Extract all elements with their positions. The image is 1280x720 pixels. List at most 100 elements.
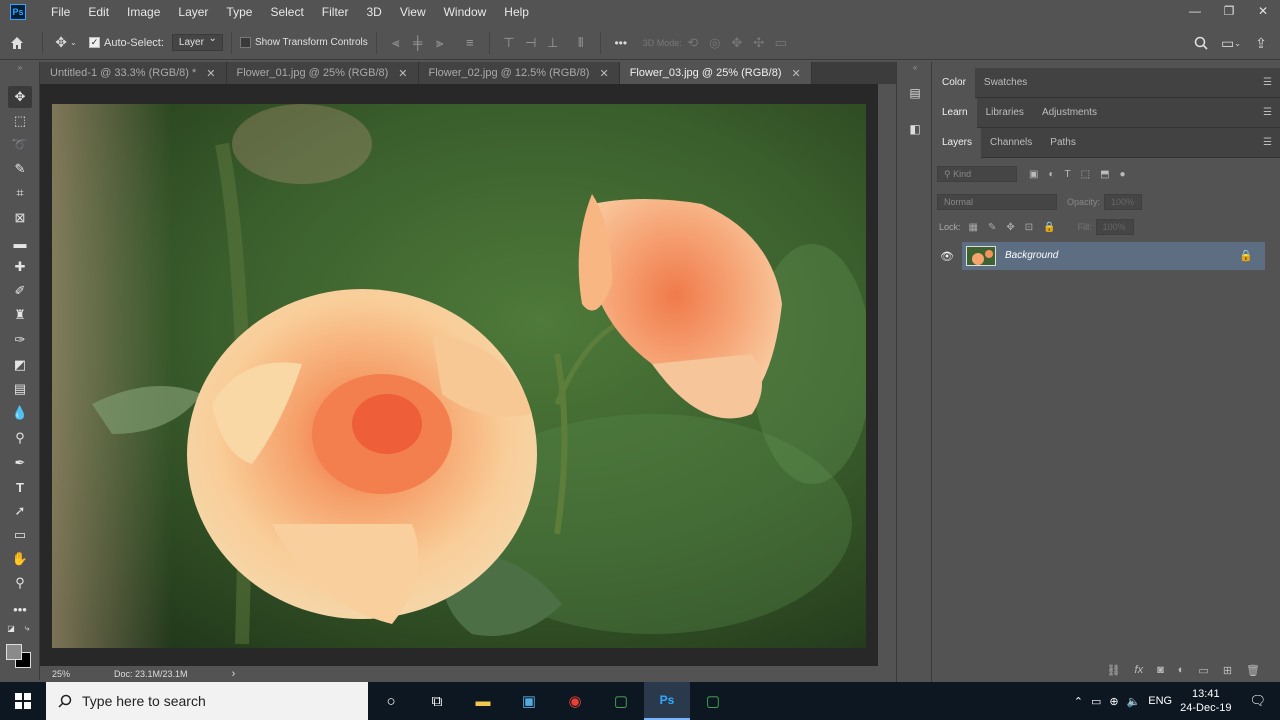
distribute-icon[interactable]: ≡	[459, 32, 481, 54]
tab-untitled-1[interactable]: Untitled-1 @ 33.3% (RGB/8) * ✕	[40, 62, 227, 84]
document-canvas[interactable]	[52, 104, 866, 648]
menu-3d[interactable]: 3D	[357, 0, 390, 24]
history-brush-tool-icon[interactable]: ✑	[8, 329, 32, 351]
expand-icon[interactable]: «	[903, 62, 927, 72]
collapse-icon[interactable]: »	[8, 62, 32, 72]
menu-type[interactable]: Type	[217, 0, 261, 24]
trash-icon[interactable]: 🗑	[1246, 664, 1260, 677]
gradient-tool-icon[interactable]: ▤	[8, 378, 32, 400]
align-middle-icon[interactable]: ⊣	[520, 32, 542, 54]
opacity-field[interactable]: 100%	[1104, 194, 1143, 210]
swap-colors-icon[interactable]: ⤷	[20, 622, 34, 634]
battery-icon[interactable]: ▭	[1091, 695, 1101, 708]
menu-select[interactable]: Select	[261, 0, 312, 24]
adjustment-filter-icon[interactable]: ◐	[1048, 169, 1054, 180]
tab-flower-03[interactable]: Flower_03.jpg @ 25% (RGB/8) ✕	[619, 62, 812, 84]
align-bottom-icon[interactable]: ⊥	[542, 32, 564, 54]
restore-button[interactable]: ❐	[1212, 0, 1246, 22]
home-icon[interactable]	[0, 35, 34, 51]
eraser-tool-icon[interactable]: ◩	[8, 354, 32, 376]
move-tool-preset-icon[interactable]: ✥ ⌄	[51, 34, 81, 51]
rectangle-tool-icon[interactable]: ▭	[8, 524, 32, 546]
lock-transparent-icon[interactable]: ▦	[969, 222, 978, 233]
layer-name[interactable]: Background	[1005, 250, 1058, 261]
tab-flower-01[interactable]: Flower_01.jpg @ 25% (RGB/8) ✕	[226, 62, 419, 84]
taskbar-search[interactable]: Type here to search	[46, 682, 368, 720]
panel-menu-icon[interactable]: ☰	[1263, 107, 1272, 118]
frame-tool-icon[interactable]: ⊠	[8, 207, 32, 229]
clone-stamp-tool-icon[interactable]: ♜	[8, 304, 32, 326]
type-tool-icon[interactable]: T	[8, 476, 32, 498]
fill-field[interactable]: 100%	[1095, 219, 1134, 235]
task-view-icon[interactable]: ⧉	[414, 682, 460, 720]
foreground-color-swatch[interactable]	[6, 644, 22, 660]
crop-tool-icon[interactable]: ⌗	[8, 182, 32, 204]
align-center-icon[interactable]: ╪	[407, 32, 429, 54]
shape-filter-icon[interactable]: ⬚	[1081, 169, 1090, 180]
menu-help[interactable]: Help	[495, 0, 538, 24]
healing-brush-tool-icon[interactable]: ✚	[8, 256, 32, 278]
transform-controls-checkbox[interactable]	[239, 37, 251, 48]
workspace-icon[interactable]: ▭ ⌄	[1218, 35, 1244, 52]
3d-pan-icon[interactable]: ✥	[726, 32, 748, 54]
camtasia-icon[interactable]: ▢	[598, 682, 644, 720]
filter-toggle-icon[interactable]: ●	[1120, 169, 1126, 180]
photoshop-taskbar-icon[interactable]: Ps	[644, 682, 690, 720]
3d-rotate-icon[interactable]: ⟲	[682, 32, 704, 54]
language-indicator[interactable]: ENG	[1148, 695, 1172, 707]
screen-recorder-icon[interactable]: ▣	[506, 682, 552, 720]
cortana-icon[interactable]: ○	[368, 682, 414, 720]
path-selection-tool-icon[interactable]: ➚	[8, 500, 32, 522]
add-mask-icon[interactable]: ◙	[1157, 664, 1164, 676]
chevron-up-icon[interactable]: ⌃	[1074, 695, 1083, 708]
windows-start-icon[interactable]	[0, 682, 46, 720]
zoom-level[interactable]: 25%	[52, 669, 70, 679]
move-tool-icon[interactable]: ✥	[8, 86, 32, 108]
edit-toolbar-icon[interactable]: •••	[8, 598, 32, 620]
new-layer-icon[interactable]: ⊞	[1223, 664, 1232, 677]
lock-icon[interactable]: 🔒	[1239, 249, 1253, 262]
search-icon[interactable]	[1190, 36, 1212, 50]
file-explorer-icon[interactable]: ▬	[460, 682, 506, 720]
volume-icon[interactable]: 🔈	[1127, 695, 1141, 708]
new-group-icon[interactable]: ▭	[1198, 664, 1208, 677]
chrome-icon[interactable]: ◉	[552, 682, 598, 720]
link-layers-icon[interactable]: ⛓	[1107, 664, 1121, 677]
lock-image-icon[interactable]: ✎	[988, 222, 996, 233]
default-colors-icon[interactable]: ◪	[4, 622, 18, 634]
fx-icon[interactable]: fx	[1135, 664, 1144, 676]
minimize-button[interactable]: —	[1178, 0, 1212, 22]
lock-all-icon[interactable]: 🔒	[1043, 222, 1055, 233]
canvas-area[interactable]	[40, 84, 878, 666]
3d-slide-icon[interactable]: ✣	[748, 32, 770, 54]
eyedropper-tool-icon[interactable]: ▬	[8, 232, 32, 254]
more-options-button[interactable]: •••	[609, 36, 633, 50]
menu-file[interactable]: File	[42, 0, 79, 24]
properties-icon[interactable]: ▤	[903, 82, 927, 104]
menu-edit[interactable]: Edit	[79, 0, 118, 24]
tab-paths[interactable]: Paths	[1041, 128, 1085, 158]
align-top-icon[interactable]: ⊤	[498, 32, 520, 54]
auto-select-checkbox[interactable]: ✓	[89, 37, 100, 48]
camtasia-recorder-icon[interactable]: ▢	[690, 682, 736, 720]
tab-learn[interactable]: Learn	[933, 97, 977, 128]
auto-select-target-dropdown[interactable]: Layer	[171, 33, 223, 51]
align-left-icon[interactable]: ⫷	[385, 32, 407, 54]
tab-adjustments[interactable]: Adjustments	[1033, 98, 1106, 128]
clock[interactable]: 13:41 24-Dec-19	[1180, 687, 1231, 715]
close-icon[interactable]: ✕	[206, 67, 215, 80]
layer-row-background[interactable]: 👁 Background 🔒	[933, 242, 1265, 270]
tab-channels[interactable]: Channels	[981, 128, 1041, 158]
network-icon[interactable]: ⊕	[1109, 695, 1118, 708]
3d-roll-icon[interactable]: ◎	[704, 32, 726, 54]
adjustments-icon[interactable]: ◧	[903, 118, 927, 140]
3d-camera-icon[interactable]: ▭	[770, 32, 792, 54]
share-icon[interactable]: ⇪	[1250, 35, 1272, 52]
tab-swatches[interactable]: Swatches	[975, 68, 1036, 98]
pixel-filter-icon[interactable]: ▣	[1029, 169, 1038, 180]
menu-window[interactable]: Window	[435, 0, 496, 24]
blend-mode-dropdown[interactable]: Normal	[937, 194, 1057, 210]
menu-layer[interactable]: Layer	[169, 0, 217, 24]
blur-tool-icon[interactable]: 💧	[8, 402, 32, 424]
photoshop-logo[interactable]: Ps	[10, 4, 26, 20]
